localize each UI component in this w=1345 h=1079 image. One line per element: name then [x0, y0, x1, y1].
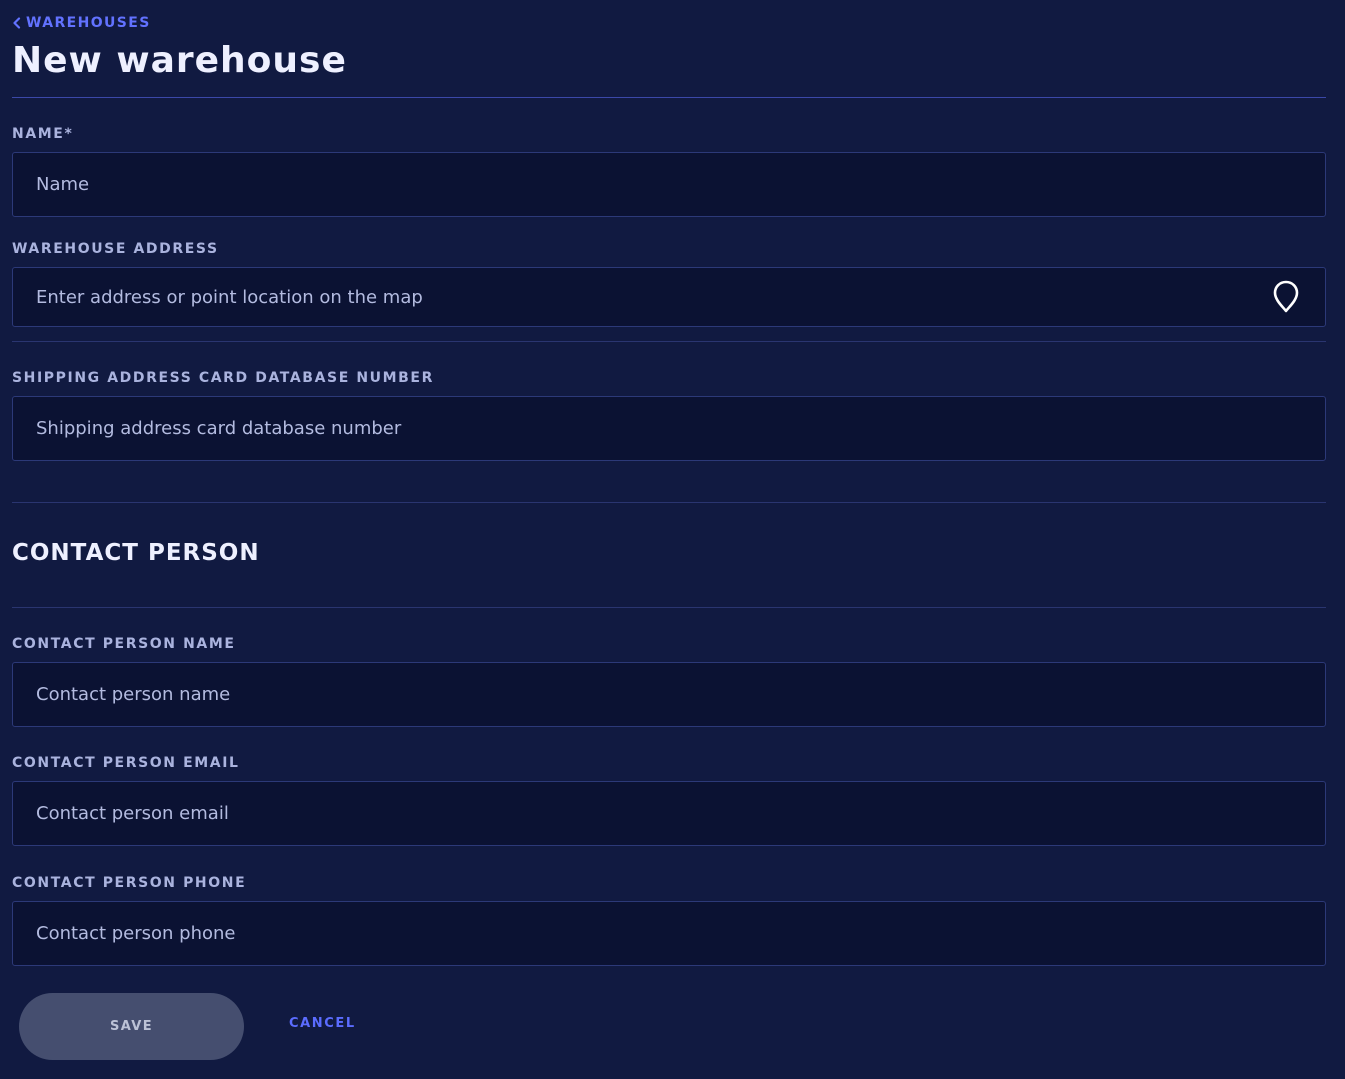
- contact-person-name-input[interactable]: [12, 662, 1326, 727]
- save-button[interactable]: SAVE: [19, 993, 244, 1060]
- title-divider: [12, 97, 1326, 98]
- shipping-card-number-label: SHIPPING ADDRESS CARD DATABASE NUMBER: [12, 370, 434, 386]
- page-title: New warehouse: [12, 40, 347, 81]
- contact-person-name-label: CONTACT PERSON NAME: [12, 636, 236, 652]
- warehouse-address-input[interactable]: [12, 267, 1326, 327]
- address-divider: [12, 341, 1326, 342]
- contact-person-email-input[interactable]: [12, 781, 1326, 846]
- back-link-label: WAREHOUSES: [26, 15, 151, 31]
- section-divider-bottom: [12, 607, 1326, 608]
- map-pin-icon[interactable]: [1271, 279, 1301, 315]
- warehouse-address-label: WAREHOUSE ADDRESS: [12, 241, 219, 257]
- shipping-card-number-input[interactable]: [12, 396, 1326, 461]
- name-input[interactable]: [12, 152, 1326, 217]
- section-divider-top: [12, 502, 1326, 503]
- back-to-warehouses-link[interactable]: WAREHOUSES: [12, 15, 151, 31]
- contact-person-email-label: CONTACT PERSON EMAIL: [12, 755, 240, 771]
- contact-person-phone-label: CONTACT PERSON PHONE: [12, 875, 247, 891]
- contact-person-phone-input[interactable]: [12, 901, 1326, 966]
- contact-person-section-title: CONTACT PERSON: [12, 540, 260, 566]
- name-label: NAME*: [12, 126, 74, 142]
- new-warehouse-page: WAREHOUSES New warehouse NAME* WAREHOUSE…: [0, 0, 1345, 1079]
- chevron-left-icon: [13, 17, 21, 29]
- cancel-button[interactable]: CANCEL: [289, 1016, 356, 1031]
